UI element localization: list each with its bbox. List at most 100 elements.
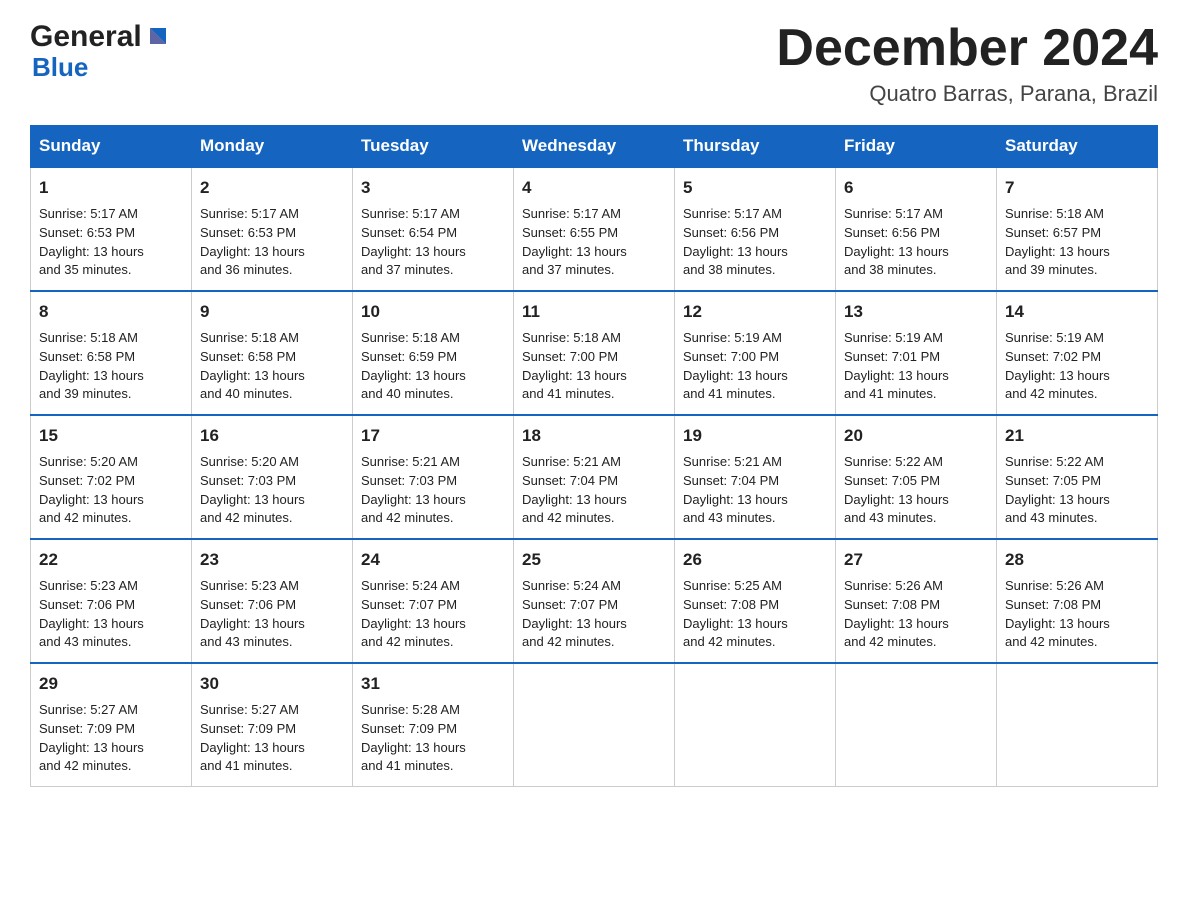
day-number: 30 [200,672,344,697]
day-info: Sunrise: 5:23 AMSunset: 7:06 PMDaylight:… [39,578,144,650]
calendar-cell: 10 Sunrise: 5:18 AMSunset: 6:59 PMDaylig… [353,291,514,415]
day-info: Sunrise: 5:20 AMSunset: 7:02 PMDaylight:… [39,454,144,526]
calendar-cell: 3 Sunrise: 5:17 AMSunset: 6:54 PMDayligh… [353,167,514,291]
calendar-cell: 28 Sunrise: 5:26 AMSunset: 7:08 PMDaylig… [997,539,1158,663]
day-info: Sunrise: 5:28 AMSunset: 7:09 PMDaylight:… [361,702,466,774]
day-info: Sunrise: 5:18 AMSunset: 6:58 PMDaylight:… [200,330,305,402]
day-info: Sunrise: 5:26 AMSunset: 7:08 PMDaylight:… [1005,578,1110,650]
week-row-2: 8 Sunrise: 5:18 AMSunset: 6:58 PMDayligh… [31,291,1158,415]
day-info: Sunrise: 5:26 AMSunset: 7:08 PMDaylight:… [844,578,949,650]
day-info: Sunrise: 5:19 AMSunset: 7:01 PMDaylight:… [844,330,949,402]
page-header: General Blue December 2024 Quatro Barras… [30,20,1158,107]
calendar-table: Sunday Monday Tuesday Wednesday Thursday… [30,125,1158,787]
day-number: 14 [1005,300,1149,325]
day-number: 13 [844,300,988,325]
calendar-cell [836,663,997,787]
calendar-cell: 2 Sunrise: 5:17 AMSunset: 6:53 PMDayligh… [192,167,353,291]
day-info: Sunrise: 5:24 AMSunset: 7:07 PMDaylight:… [522,578,627,650]
day-number: 5 [683,176,827,201]
calendar-cell: 11 Sunrise: 5:18 AMSunset: 7:00 PMDaylig… [514,291,675,415]
day-number: 11 [522,300,666,325]
day-number: 9 [200,300,344,325]
day-info: Sunrise: 5:22 AMSunset: 7:05 PMDaylight:… [844,454,949,526]
day-info: Sunrise: 5:18 AMSunset: 6:59 PMDaylight:… [361,330,466,402]
day-number: 29 [39,672,183,697]
day-number: 7 [1005,176,1149,201]
day-info: Sunrise: 5:19 AMSunset: 7:00 PMDaylight:… [683,330,788,402]
calendar-cell: 21 Sunrise: 5:22 AMSunset: 7:05 PMDaylig… [997,415,1158,539]
day-info: Sunrise: 5:18 AMSunset: 6:58 PMDaylight:… [39,330,144,402]
calendar-cell: 15 Sunrise: 5:20 AMSunset: 7:02 PMDaylig… [31,415,192,539]
week-row-5: 29 Sunrise: 5:27 AMSunset: 7:09 PMDaylig… [31,663,1158,787]
calendar-cell [675,663,836,787]
day-info: Sunrise: 5:19 AMSunset: 7:02 PMDaylight:… [1005,330,1110,402]
day-info: Sunrise: 5:17 AMSunset: 6:55 PMDaylight:… [522,206,627,278]
calendar-cell: 14 Sunrise: 5:19 AMSunset: 7:02 PMDaylig… [997,291,1158,415]
calendar-cell: 20 Sunrise: 5:22 AMSunset: 7:05 PMDaylig… [836,415,997,539]
header-thursday: Thursday [675,126,836,168]
calendar-cell: 16 Sunrise: 5:20 AMSunset: 7:03 PMDaylig… [192,415,353,539]
day-info: Sunrise: 5:17 AMSunset: 6:56 PMDaylight:… [683,206,788,278]
calendar-cell: 19 Sunrise: 5:21 AMSunset: 7:04 PMDaylig… [675,415,836,539]
calendar-cell: 13 Sunrise: 5:19 AMSunset: 7:01 PMDaylig… [836,291,997,415]
day-info: Sunrise: 5:17 AMSunset: 6:54 PMDaylight:… [361,206,466,278]
header-tuesday: Tuesday [353,126,514,168]
calendar-cell [514,663,675,787]
header-sunday: Sunday [31,126,192,168]
calendar-cell: 24 Sunrise: 5:24 AMSunset: 7:07 PMDaylig… [353,539,514,663]
day-number: 15 [39,424,183,449]
day-info: Sunrise: 5:21 AMSunset: 7:04 PMDaylight:… [522,454,627,526]
calendar-cell: 31 Sunrise: 5:28 AMSunset: 7:09 PMDaylig… [353,663,514,787]
day-number: 6 [844,176,988,201]
week-row-1: 1 Sunrise: 5:17 AMSunset: 6:53 PMDayligh… [31,167,1158,291]
header-monday: Monday [192,126,353,168]
calendar-cell: 8 Sunrise: 5:18 AMSunset: 6:58 PMDayligh… [31,291,192,415]
logo-general-text: General [30,20,142,54]
day-number: 25 [522,548,666,573]
calendar-cell: 18 Sunrise: 5:21 AMSunset: 7:04 PMDaylig… [514,415,675,539]
day-info: Sunrise: 5:20 AMSunset: 7:03 PMDaylight:… [200,454,305,526]
day-number: 23 [200,548,344,573]
day-number: 21 [1005,424,1149,449]
calendar-cell: 9 Sunrise: 5:18 AMSunset: 6:58 PMDayligh… [192,291,353,415]
day-info: Sunrise: 5:23 AMSunset: 7:06 PMDaylight:… [200,578,305,650]
day-number: 4 [522,176,666,201]
title-block: December 2024 Quatro Barras, Parana, Bra… [776,20,1158,107]
day-number: 26 [683,548,827,573]
day-number: 24 [361,548,505,573]
calendar-cell: 23 Sunrise: 5:23 AMSunset: 7:06 PMDaylig… [192,539,353,663]
calendar-cell: 22 Sunrise: 5:23 AMSunset: 7:06 PMDaylig… [31,539,192,663]
day-info: Sunrise: 5:21 AMSunset: 7:04 PMDaylight:… [683,454,788,526]
calendar-cell: 26 Sunrise: 5:25 AMSunset: 7:08 PMDaylig… [675,539,836,663]
calendar-cell: 1 Sunrise: 5:17 AMSunset: 6:53 PMDayligh… [31,167,192,291]
day-number: 12 [683,300,827,325]
day-number: 16 [200,424,344,449]
day-number: 8 [39,300,183,325]
day-number: 1 [39,176,183,201]
calendar-cell: 7 Sunrise: 5:18 AMSunset: 6:57 PMDayligh… [997,167,1158,291]
day-info: Sunrise: 5:24 AMSunset: 7:07 PMDaylight:… [361,578,466,650]
day-info: Sunrise: 5:21 AMSunset: 7:03 PMDaylight:… [361,454,466,526]
calendar-cell: 30 Sunrise: 5:27 AMSunset: 7:09 PMDaylig… [192,663,353,787]
calendar-cell: 27 Sunrise: 5:26 AMSunset: 7:08 PMDaylig… [836,539,997,663]
header-saturday: Saturday [997,126,1158,168]
day-number: 28 [1005,548,1149,573]
calendar-cell: 12 Sunrise: 5:19 AMSunset: 7:00 PMDaylig… [675,291,836,415]
calendar-cell: 29 Sunrise: 5:27 AMSunset: 7:09 PMDaylig… [31,663,192,787]
header-friday: Friday [836,126,997,168]
day-info: Sunrise: 5:17 AMSunset: 6:53 PMDaylight:… [200,206,305,278]
day-info: Sunrise: 5:27 AMSunset: 7:09 PMDaylight:… [200,702,305,774]
location-title: Quatro Barras, Parana, Brazil [776,81,1158,107]
logo-icon [144,24,172,52]
logo-blue-text: Blue [32,52,88,83]
day-info: Sunrise: 5:17 AMSunset: 6:53 PMDaylight:… [39,206,144,278]
day-number: 31 [361,672,505,697]
calendar-cell [997,663,1158,787]
calendar-cell: 5 Sunrise: 5:17 AMSunset: 6:56 PMDayligh… [675,167,836,291]
week-row-4: 22 Sunrise: 5:23 AMSunset: 7:06 PMDaylig… [31,539,1158,663]
weekday-header-row: Sunday Monday Tuesday Wednesday Thursday… [31,126,1158,168]
calendar-cell: 4 Sunrise: 5:17 AMSunset: 6:55 PMDayligh… [514,167,675,291]
day-number: 18 [522,424,666,449]
month-title: December 2024 [776,20,1158,77]
logo: General Blue [30,20,172,83]
